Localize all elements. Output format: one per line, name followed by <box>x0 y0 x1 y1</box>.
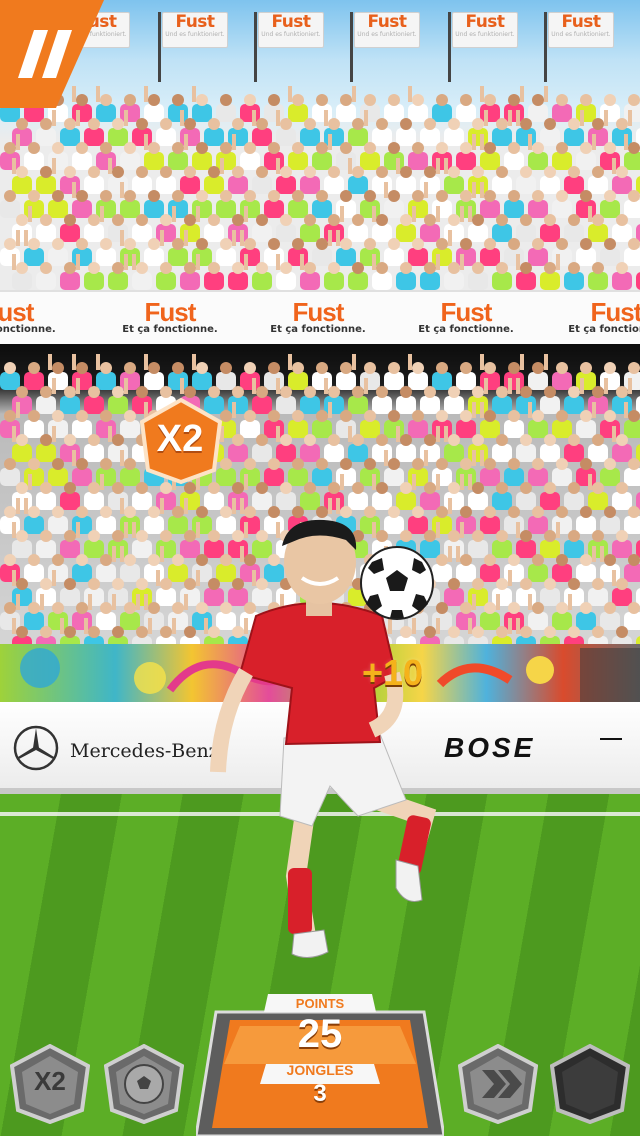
fust-board-logo: FustEt ça fonctionne. <box>264 297 372 336</box>
jongles-label: JONGLES <box>286 1062 354 1078</box>
bose-wordmark: BOSE <box>444 732 536 763</box>
fust-board-logo: FustEt ça fonctionne. <box>116 297 224 336</box>
fust-board-brand: Fust <box>440 297 493 327</box>
fust-board-logo: FustEt ça fonctionne. <box>0 297 62 336</box>
fust-flag-slogan: Und es funktioniert. <box>551 31 611 38</box>
fust-flag-slogan: Und es funktioniert. <box>165 31 225 38</box>
fust-flag-brand: Fust <box>175 12 215 32</box>
flag-pole <box>448 12 451 82</box>
ball-powerup-button[interactable] <box>103 1043 185 1125</box>
empty-powerup-slot[interactable] <box>549 1043 631 1125</box>
points-value: 25 <box>297 1012 343 1056</box>
fust-flag-brand: Fust <box>271 12 311 32</box>
fust-board-logo: FustEt ça fonctionne. <box>562 297 640 336</box>
player-left-sock <box>288 868 312 934</box>
fust-board-slogan: Et ça fonctionne. <box>0 324 56 335</box>
x2-powerup-button[interactable]: X2 <box>9 1043 91 1125</box>
player-right-boot <box>395 859 423 902</box>
player-left-arm <box>210 667 253 773</box>
soccer-ball[interactable] <box>358 544 436 622</box>
flag-pole <box>544 12 547 82</box>
score-panel: POINTS 25 JONGLES 3 <box>196 994 444 1136</box>
fust-board-brand: Fust <box>292 297 345 327</box>
mercedes-star-icon <box>13 725 59 771</box>
x2-powerup-label: X2 <box>34 1066 66 1096</box>
fust-board-brand: Fust <box>590 297 640 327</box>
fust-board-slogan: Et ça fonctionne. <box>270 324 366 335</box>
jongles-value: 3 <box>313 1080 327 1107</box>
bose-underline <box>600 738 622 740</box>
fust-board-logo: FustEt ça fonctionne. <box>412 297 520 336</box>
points-label: POINTS <box>295 996 345 1011</box>
fast-forward-powerup-button[interactable] <box>457 1043 539 1125</box>
fust-flag: Fust Und es funktioniert. <box>162 12 228 48</box>
flag-pole <box>350 12 353 82</box>
points-popup: +10 <box>362 652 424 693</box>
fust-flag: Fust Und es funktioniert. <box>354 12 420 48</box>
fust-board-slogan: Et ça fonctionne. <box>568 324 640 335</box>
fust-board-brand: Fust <box>144 297 197 327</box>
flag-pole <box>158 12 161 82</box>
fust-flag-brand: Fust <box>367 12 407 32</box>
fust-flag: Fust Und es funktioniert. <box>452 12 518 48</box>
soccer-ball-icon <box>103 1043 185 1125</box>
double-chevron-icon <box>457 1043 539 1125</box>
fust-flag-brand: Fust <box>465 12 505 32</box>
fust-flag-slogan: Und es funktioniert. <box>261 31 321 38</box>
fust-board-slogan: Et ça fonctionne. <box>122 324 218 335</box>
fust-board-slogan: Et ça fonctionne. <box>418 324 514 335</box>
pause-icon <box>0 0 104 108</box>
fust-flag-slogan: Und es funktioniert. <box>455 31 515 38</box>
flag-pole <box>254 12 257 82</box>
player-left-boot <box>291 929 329 958</box>
fust-flag: Fust Und es funktioniert. <box>258 12 324 48</box>
shield-icon <box>549 1043 631 1125</box>
fust-flag-brand: Fust <box>561 12 601 32</box>
ad-board-fust: FustEt ça fonctionne.FustEt ça fonctionn… <box>0 290 640 350</box>
x2-badge-label: X2 <box>156 418 204 460</box>
pause-button[interactable] <box>0 0 104 108</box>
fust-flag: Fust Und es funktioniert. <box>548 12 614 48</box>
fust-board-brand: Fust <box>0 297 34 327</box>
fust-flag-slogan: Und es funktioniert. <box>357 31 417 38</box>
